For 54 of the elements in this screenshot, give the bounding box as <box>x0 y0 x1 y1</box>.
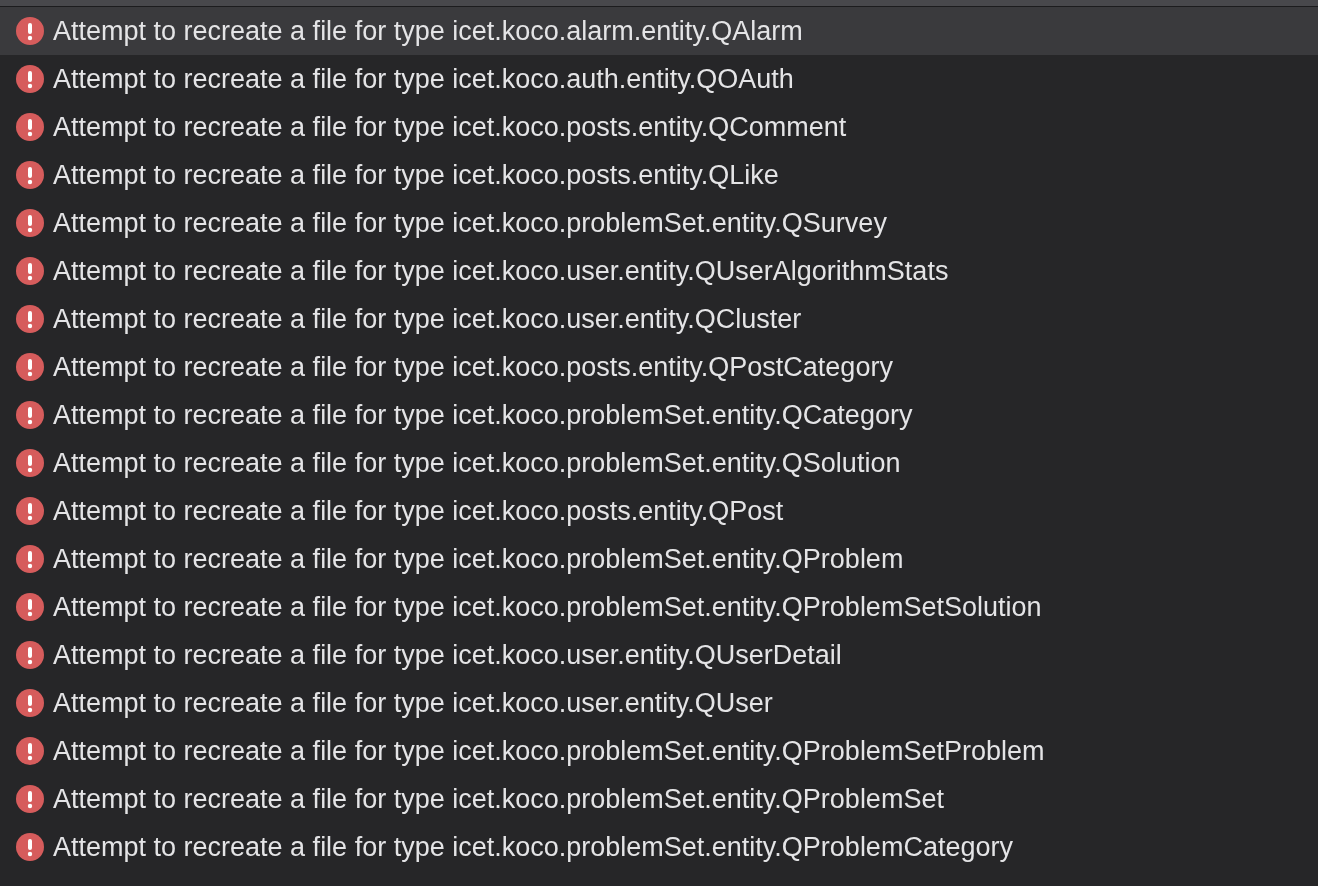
error-row[interactable]: Attempt to recreate a file for type icet.koco.user.entity.QUserAlgorithmStats <box>0 247 1318 295</box>
error-row[interactable]: Attempt to recreate a file for type icet.koco.problemSet.entity.QSurvey <box>0 199 1318 247</box>
error-message: Attempt to recreate a file for type icet.koco.problemSet.entity.QCategory <box>53 401 913 429</box>
error-message: Attempt to recreate a file for type icet.koco.auth.entity.QOAuth <box>53 65 794 93</box>
error-icon <box>16 305 44 333</box>
error-row[interactable]: Attempt to recreate a file for type icet.koco.posts.entity.QPostCategory <box>0 343 1318 391</box>
error-message: Attempt to recreate a file for type icet.koco.user.entity.QUserDetail <box>53 641 842 669</box>
error-row[interactable]: Attempt to recreate a file for type icet.koco.alarm.entity.QAlarm <box>0 7 1318 55</box>
error-message: Attempt to recreate a file for type icet.koco.problemSet.entity.QProblem <box>53 545 904 573</box>
error-message: Attempt to recreate a file for type icet.koco.problemSet.entity.QSurvey <box>53 209 887 237</box>
error-row[interactable]: Attempt to recreate a file for type icet.koco.problemSet.entity.QProblem <box>0 535 1318 583</box>
error-row[interactable]: Attempt to recreate a file for type icet.koco.problemSet.entity.QProblemSetProblem <box>0 727 1318 775</box>
error-row[interactable]: Attempt to recreate a file for type icet.koco.problemSet.entity.QProblemSetSolution <box>0 583 1318 631</box>
error-icon <box>16 545 44 573</box>
error-icon <box>16 353 44 381</box>
error-icon <box>16 17 44 45</box>
error-message: Attempt to recreate a file for type icet.koco.posts.entity.QComment <box>53 113 847 141</box>
error-message: Attempt to recreate a file for type icet.koco.problemSet.entity.QProblemSet <box>53 785 944 813</box>
error-row[interactable]: Attempt to recreate a file for type icet.koco.user.entity.QUserDetail <box>0 631 1318 679</box>
error-icon <box>16 113 44 141</box>
error-message: Attempt to recreate a file for type icet.koco.problemSet.entity.QSolution <box>53 449 901 477</box>
error-icon <box>16 401 44 429</box>
error-row[interactable]: Attempt to recreate a file for type icet.koco.posts.entity.QLike <box>0 151 1318 199</box>
error-icon <box>16 593 44 621</box>
error-message: Attempt to recreate a file for type icet.koco.user.entity.QUser <box>53 689 773 717</box>
error-message: Attempt to recreate a file for type icet.koco.alarm.entity.QAlarm <box>53 17 803 45</box>
error-icon <box>16 833 44 861</box>
error-icon <box>16 65 44 93</box>
error-row[interactable]: Attempt to recreate a file for type icet.koco.user.entity.QCluster <box>0 295 1318 343</box>
error-icon <box>16 161 44 189</box>
error-icon <box>16 689 44 717</box>
error-message: Attempt to recreate a file for type icet.koco.problemSet.entity.QProblemSetProblem <box>53 737 1045 765</box>
error-message: Attempt to recreate a file for type icet.koco.user.entity.QCluster <box>53 305 802 333</box>
error-message: Attempt to recreate a file for type icet.koco.posts.entity.QPost <box>53 497 784 525</box>
error-message: Attempt to recreate a file for type icet.koco.posts.entity.QPostCategory <box>53 353 893 381</box>
error-icon <box>16 209 44 237</box>
error-row[interactable]: Attempt to recreate a file for type icet.koco.problemSet.entity.QProblemCategory <box>0 823 1318 871</box>
error-row[interactable]: Attempt to recreate a file for type icet.koco.problemSet.entity.QProblemSet <box>0 775 1318 823</box>
error-row[interactable]: Attempt to recreate a file for type icet.koco.user.entity.QUser <box>0 679 1318 727</box>
error-row[interactable]: Attempt to recreate a file for type icet.koco.posts.entity.QComment <box>0 103 1318 151</box>
error-row[interactable]: Attempt to recreate a file for type icet.koco.posts.entity.QPost <box>0 487 1318 535</box>
error-message: Attempt to recreate a file for type icet.koco.posts.entity.QLike <box>53 161 779 189</box>
error-icon <box>16 641 44 669</box>
error-icon <box>16 497 44 525</box>
error-row[interactable]: Attempt to recreate a file for type icet.koco.problemSet.entity.QCategory <box>0 391 1318 439</box>
error-icon <box>16 785 44 813</box>
error-message: Attempt to recreate a file for type icet.koco.problemSet.entity.QProblemCategory <box>53 833 1013 861</box>
error-message: Attempt to recreate a file for type icet.koco.user.entity.QUserAlgorithmStats <box>53 257 949 285</box>
error-row[interactable]: Attempt to recreate a file for type icet.koco.problemSet.entity.QSolution <box>0 439 1318 487</box>
error-icon <box>16 737 44 765</box>
error-icon <box>16 449 44 477</box>
error-message: Attempt to recreate a file for type icet.koco.problemSet.entity.QProblemSetSolution <box>53 593 1042 621</box>
error-row[interactable]: Attempt to recreate a file for type icet.koco.auth.entity.QOAuth <box>0 55 1318 103</box>
error-icon <box>16 257 44 285</box>
